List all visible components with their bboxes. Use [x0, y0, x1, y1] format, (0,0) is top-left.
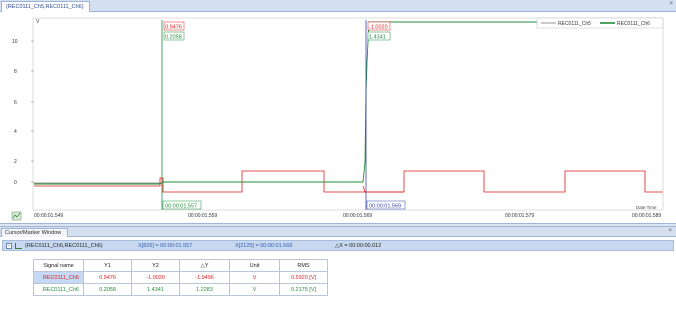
x-axis-caption: Date Time — [636, 205, 657, 210]
col-header[interactable]: RMS — [279, 259, 328, 272]
cursor-values-table: Signal name Y1 Y2 △Y Unit RMS REC0111_Ch… — [33, 259, 328, 296]
table-row[interactable]: REC0111_Ch5 0.9476 -1.0020 -1.9496 V 0.5… — [33, 271, 328, 284]
signal-name[interactable]: REC0111_Ch6 — [33, 283, 84, 296]
cursor-2-y2-label: 1.4341 — [369, 35, 386, 41]
cursor-1-y2-label: 0.2058 — [165, 35, 182, 41]
cell-y2: 1.4341 — [131, 283, 180, 296]
col-header[interactable]: Y2 — [131, 259, 180, 272]
signal-name[interactable]: REC0111_Ch5 — [33, 271, 84, 284]
cursor-1-y1-label: 0.9476 — [165, 25, 182, 31]
legend-label-ch5: REC0111_Ch5 — [558, 21, 591, 27]
x-tick-label: 00:00:01.549 — [34, 213, 63, 219]
cell-rms: 0.5920 [V] — [279, 271, 328, 284]
x-tick-label: 00:00:01.569 — [343, 213, 372, 219]
cursor-2-y1-label: -1.0020 — [369, 25, 388, 31]
delta-x: △X = 00:00:00.012 — [335, 243, 382, 249]
y-tick-label: 2 — [14, 159, 17, 165]
cursor-2-time-label: 00:00:01.569 — [369, 204, 401, 210]
y-tick-label: 0 — [14, 180, 17, 186]
y-tick-label: 8 — [14, 69, 17, 75]
col-header[interactable]: Y1 — [83, 259, 132, 272]
cell-y1: 0.9476 — [83, 271, 132, 284]
close-document-icon[interactable]: × — [669, 1, 673, 7]
cell-dy: 1.2283 — [179, 283, 230, 296]
document-tab[interactable]: (REC0111_Ch5,REC0111_Ch6) — [1, 1, 90, 12]
group-name: (REC0111_Ch5,REC0111_Ch6) — [25, 243, 103, 249]
cursor-1-time-label: 00:00:01.557 — [165, 204, 197, 210]
cell-unit: V — [229, 283, 280, 296]
x-tick-label: 00:00:01.589 — [632, 213, 661, 219]
chart-icon — [15, 243, 22, 249]
plot-frame — [32, 17, 664, 211]
x-tick-label: 00:00:01.559 — [188, 213, 217, 219]
legend-label-ch6: REC0111_Ch6 — [617, 21, 650, 27]
table-header-row: Signal name Y1 Y2 △Y Unit RMS — [33, 259, 328, 272]
cursor-window-body: − (REC0111_Ch5,REC0111_Ch6) X[826] = 00:… — [0, 237, 676, 313]
cell-unit: V — [229, 271, 280, 284]
cursor-group-row[interactable]: − (REC0111_Ch5,REC0111_Ch6) X[826] = 00:… — [2, 240, 674, 251]
y-tick-label: 10 — [12, 39, 18, 45]
cursor-1-position: X[826] = 00:00:01.557 — [138, 243, 193, 249]
cell-rms: 0.2175 [V] — [279, 283, 328, 296]
cursor-window-tab-bar: Cursor/Marker Window × — [0, 226, 676, 238]
y-tick-label: 6 — [14, 100, 17, 106]
signal-plot[interactable]: V 10 8 6 4 2 0 0.9476 0.2058 -1.0020 1.4… — [0, 12, 676, 224]
collapse-icon[interactable]: − — [6, 243, 12, 249]
cell-y1: 0.2058 — [83, 283, 132, 296]
cell-dy: -1.9496 — [179, 271, 230, 284]
y-tick-label: 4 — [14, 129, 17, 135]
plot-pane: V 10 8 6 4 2 0 0.9476 0.2058 -1.0020 1.4… — [0, 12, 676, 224]
document-tab-bar: (REC0111_Ch5,REC0111_Ch6) × — [0, 0, 676, 12]
cursor-2-position: X[2125] = 00:00:01.569 — [235, 243, 293, 249]
col-header[interactable]: Signal name — [33, 259, 84, 272]
cell-y2: -1.0020 — [131, 271, 180, 284]
table-row[interactable]: REC0111_Ch6 0.2058 1.4341 1.2283 V 0.217… — [33, 283, 328, 296]
col-header[interactable]: △Y — [179, 259, 230, 272]
x-tick-label: 00:00:01.579 — [505, 213, 534, 219]
col-header[interactable]: Unit — [229, 259, 280, 272]
close-cursor-window-icon[interactable]: × — [668, 228, 672, 234]
